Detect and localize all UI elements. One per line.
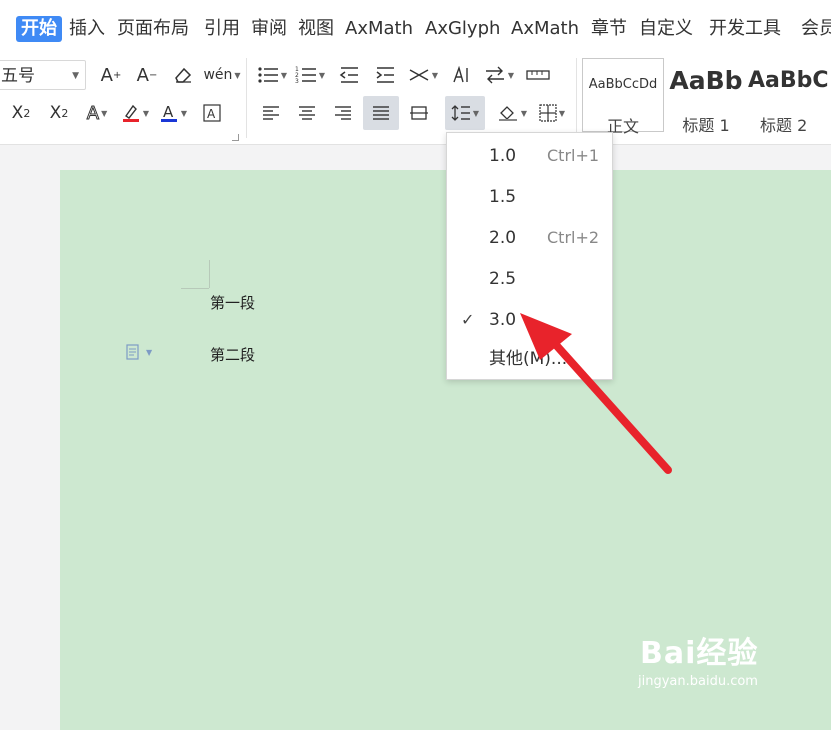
baidu-watermark: Bai经验 jingyan.baidu.com <box>638 628 759 689</box>
watermark-url: jingyan.baidu.com <box>638 674 758 689</box>
red-arrow-icon <box>520 313 672 474</box>
watermark-brand: Bai经验 <box>640 636 759 671</box>
